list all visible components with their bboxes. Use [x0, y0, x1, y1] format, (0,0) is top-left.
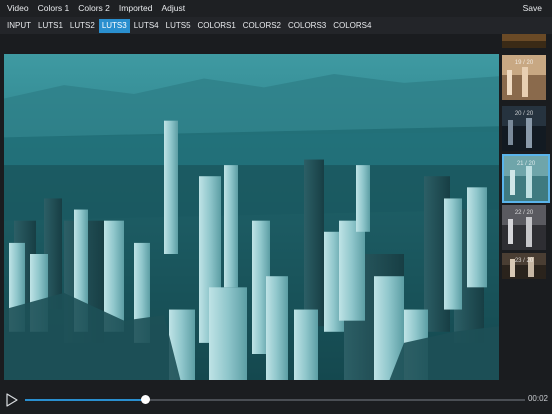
lut-thumbnail[interactable]: 23 / 20 — [502, 253, 546, 279]
lut-thumbnail[interactable] — [502, 34, 546, 48]
timeline-progress — [25, 399, 145, 401]
city-skyline-image — [4, 54, 499, 394]
save-button[interactable]: Save — [523, 0, 542, 17]
lut-thumbnail-selected[interactable]: 21 / 20 — [502, 154, 550, 203]
menu-colors-2[interactable]: Colors 2 — [78, 0, 110, 17]
tab-luts3[interactable]: LUTS3 — [98, 18, 130, 33]
lut-thumbnail-strip: 19 / 20 20 / 20 21 / 20 22 / 20 23 / 20 — [502, 34, 550, 284]
menu-adjust[interactable]: Adjust — [161, 0, 185, 17]
playback-controls: 00:02 — [0, 380, 552, 414]
tab-colors4[interactable]: COLORS4 — [330, 19, 374, 33]
timeline-scrubber[interactable] — [25, 395, 525, 404]
lut-thumbnail-label: 20 / 20 — [514, 111, 534, 117]
tab-luts5[interactable]: LUTS5 — [163, 19, 194, 33]
tab-input[interactable]: INPUT — [4, 19, 34, 33]
timeline-knob[interactable] — [140, 395, 150, 404]
menu-imported[interactable]: Imported — [119, 0, 153, 17]
current-time: 00:02 — [527, 394, 548, 403]
lut-thumbnail-label: 21 / 20 — [516, 161, 536, 167]
tab-luts4[interactable]: LUTS4 — [131, 19, 162, 33]
play-icon[interactable] — [5, 393, 19, 407]
video-preview[interactable] — [4, 54, 499, 394]
lut-thumbnail-label: 23 / 20 — [514, 258, 534, 264]
menu-video[interactable]: Video — [7, 0, 29, 17]
tab-colors3[interactable]: COLORS3 — [285, 19, 329, 33]
menu-colors-1[interactable]: Colors 1 — [38, 0, 70, 17]
lut-thumbnail[interactable]: 20 / 20 — [502, 106, 546, 151]
lut-thumbnail-label: 19 / 20 — [514, 60, 534, 66]
top-menu-bar: Video Colors 1 Colors 2 Imported Adjust … — [0, 0, 552, 17]
editor-stage: 19 / 20 20 / 20 21 / 20 22 / 20 23 / 20 — [0, 34, 552, 394]
lut-thumbnail[interactable]: 19 / 20 — [502, 55, 546, 100]
tab-luts1[interactable]: LUTS1 — [35, 19, 66, 33]
lut-thumbnail-label: 22 / 20 — [514, 210, 534, 216]
tab-luts2[interactable]: LUTS2 — [67, 19, 98, 33]
main-menu: Video Colors 1 Colors 2 Imported Adjust — [0, 0, 194, 17]
filter-tab-bar: INPUT LUTS1 LUTS2 LUTS3 LUTS4 LUTS5 COLO… — [0, 17, 552, 34]
lut-thumbnail[interactable]: 22 / 20 — [502, 205, 546, 250]
tab-colors2[interactable]: COLORS2 — [240, 19, 284, 33]
tab-colors1[interactable]: COLORS1 — [195, 19, 239, 33]
